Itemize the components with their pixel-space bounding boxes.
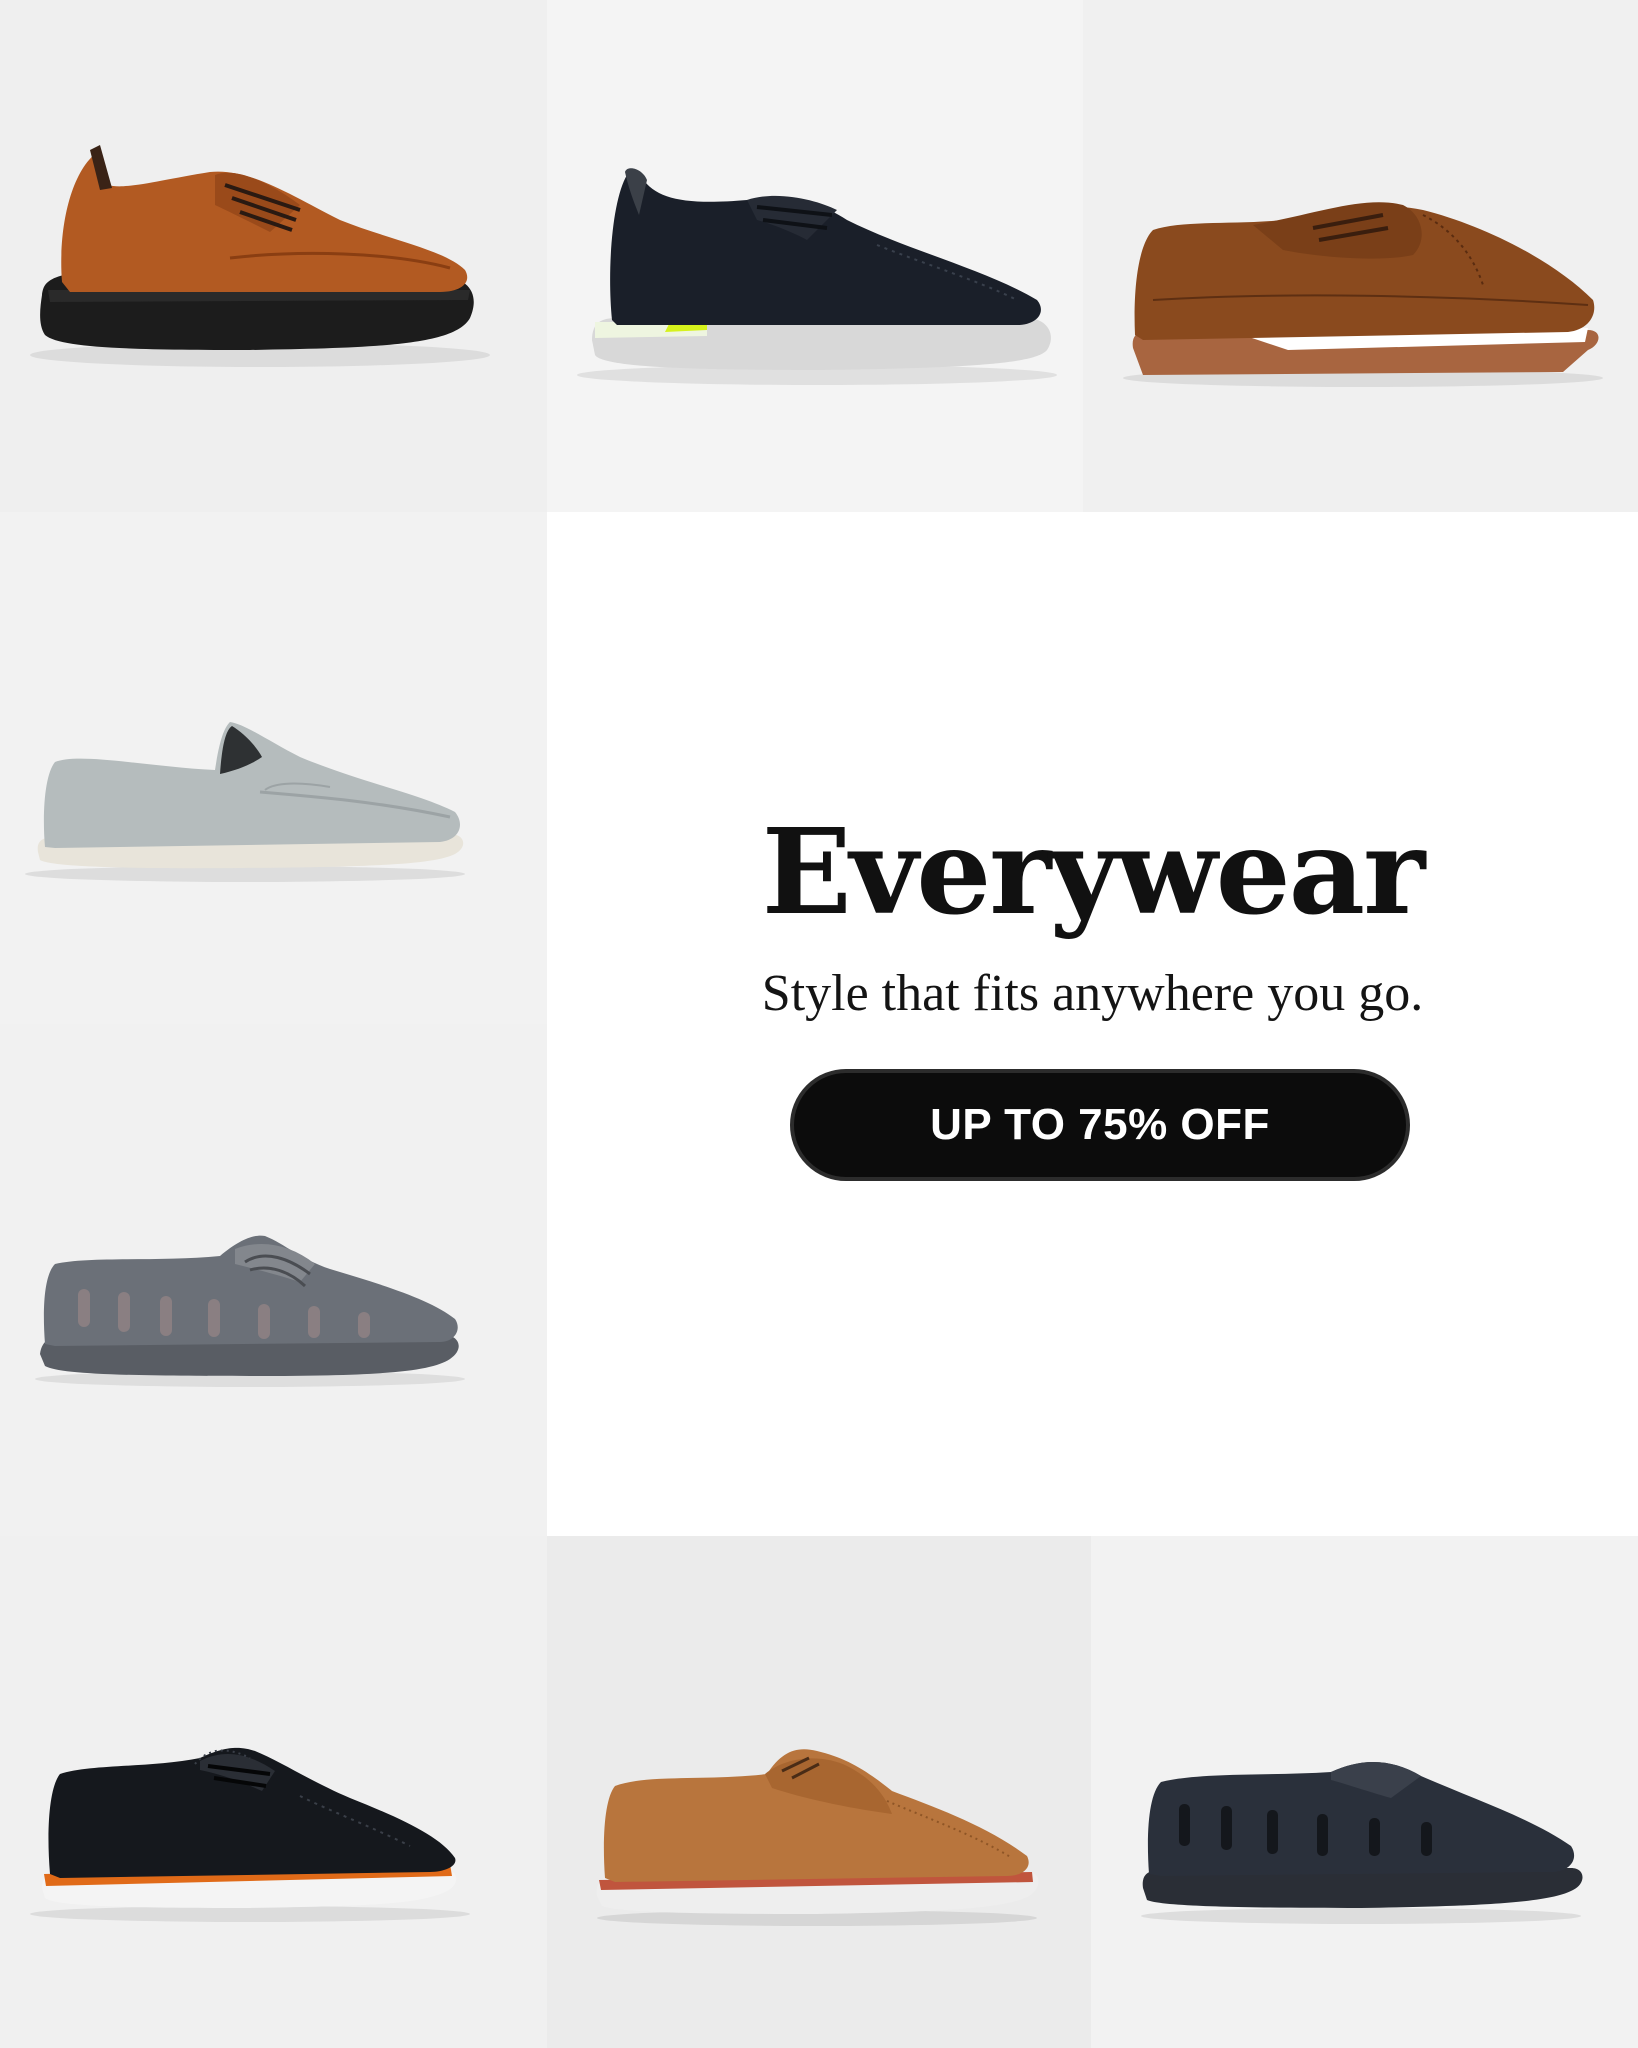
- discount-button[interactable]: UP TO 75% OFF: [790, 1069, 1410, 1181]
- product-tile-1[interactable]: [0, 0, 547, 512]
- promo-headline: Everywear: [761, 802, 1426, 941]
- product-tile-4[interactable]: [0, 512, 547, 1024]
- tan-suede-moccasin-icon: [596, 1749, 1039, 1926]
- navy-slip-on-loafer-icon: [1141, 1761, 1583, 1924]
- promo-panel: Everywear Style that fits anywhere you g…: [547, 512, 1638, 1536]
- promo-subline: Style that fits anywhere you go.: [761, 965, 1424, 1022]
- product-tile-5[interactable]: [0, 1024, 547, 1536]
- grey-boat-shoe-icon: [35, 1235, 465, 1387]
- product-tile-8[interactable]: [1091, 1536, 1638, 2048]
- grey-suede-loafer-icon: [25, 722, 465, 882]
- product-tile-3[interactable]: [1083, 0, 1638, 512]
- product-tile-7[interactable]: [547, 1536, 1091, 2048]
- brown-leather-oxford-icon: [1123, 202, 1603, 387]
- product-tile-2[interactable]: [547, 0, 1083, 512]
- black-wingtip-sneaker-icon: [30, 1747, 470, 1922]
- black-perforated-oxford-sneaker-icon: [577, 168, 1057, 385]
- tan-leather-brogue-sneaker-icon: [30, 145, 490, 367]
- product-tile-6[interactable]: [0, 1536, 547, 2048]
